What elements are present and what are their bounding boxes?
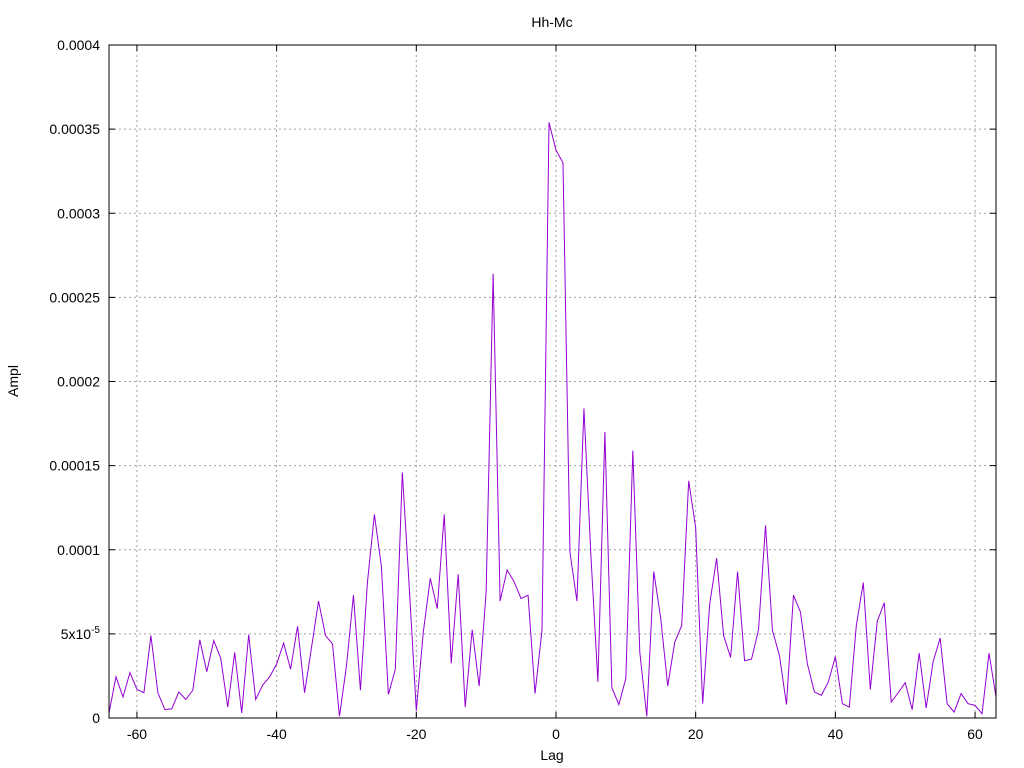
plot-frame (108, 44, 997, 719)
y-tick-label-text: 0.00025 (49, 289, 100, 305)
y-tick-label-text: 5x10 (61, 626, 92, 642)
y-tick-label-text: 0.0001 (57, 542, 100, 558)
y-tick-label-text: 0.00035 (49, 121, 100, 137)
y-tick-label: 0.0003 (57, 205, 100, 221)
line-chart: -60 -40 -20 0 20 40 60 0 5x10-5 0.0001 0.00015 0.0… (5, 14, 997, 763)
x-tick-label: -40 (267, 726, 287, 742)
y-tick-labels: 0 5x10-5 0.0001 0.00015 0.0002 0.00025 0.0003 0… (49, 37, 100, 726)
y-tick-label-text: 0.00015 (49, 458, 100, 474)
y-tick-label: 5x10-5 (61, 625, 101, 642)
x-tick-label: 60 (967, 726, 983, 742)
y-tick-label: 0.00035 (49, 121, 100, 137)
x-tick-label: 0 (552, 726, 560, 742)
y-tick-label: 0.00015 (49, 458, 100, 474)
y-tick-label: 0.0002 (57, 374, 100, 390)
x-axis-label: Lag (540, 747, 563, 763)
y-tick-label-text: 0.0003 (57, 205, 100, 221)
y-tick-label: 0 (92, 710, 100, 726)
y-tick-label-text: 0.0002 (57, 374, 100, 390)
y-tick-label-text: 0 (92, 710, 100, 726)
series-group (108, 122, 997, 717)
y-tick-label: 0.0004 (57, 37, 100, 53)
tick-marks (109, 44, 996, 719)
y-tick-label: 0.00025 (49, 289, 100, 305)
x-tick-label: 40 (828, 726, 844, 742)
x-tick-label: 20 (688, 726, 704, 742)
y-tick-label-exponent: -5 (91, 625, 100, 636)
x-tick-label: -20 (406, 726, 426, 742)
chart-title: Hh-Mc (531, 14, 572, 30)
y-axis-label: Ampl (5, 365, 21, 397)
y-tick-label: 0.0001 (57, 542, 100, 558)
grid-lines (109, 45, 996, 718)
x-tick-labels: -60 -40 -20 0 20 40 60 (127, 726, 983, 742)
y-tick-label-text: 0.0004 (57, 37, 100, 53)
x-tick-label: -60 (127, 726, 147, 742)
series-line (108, 122, 997, 717)
